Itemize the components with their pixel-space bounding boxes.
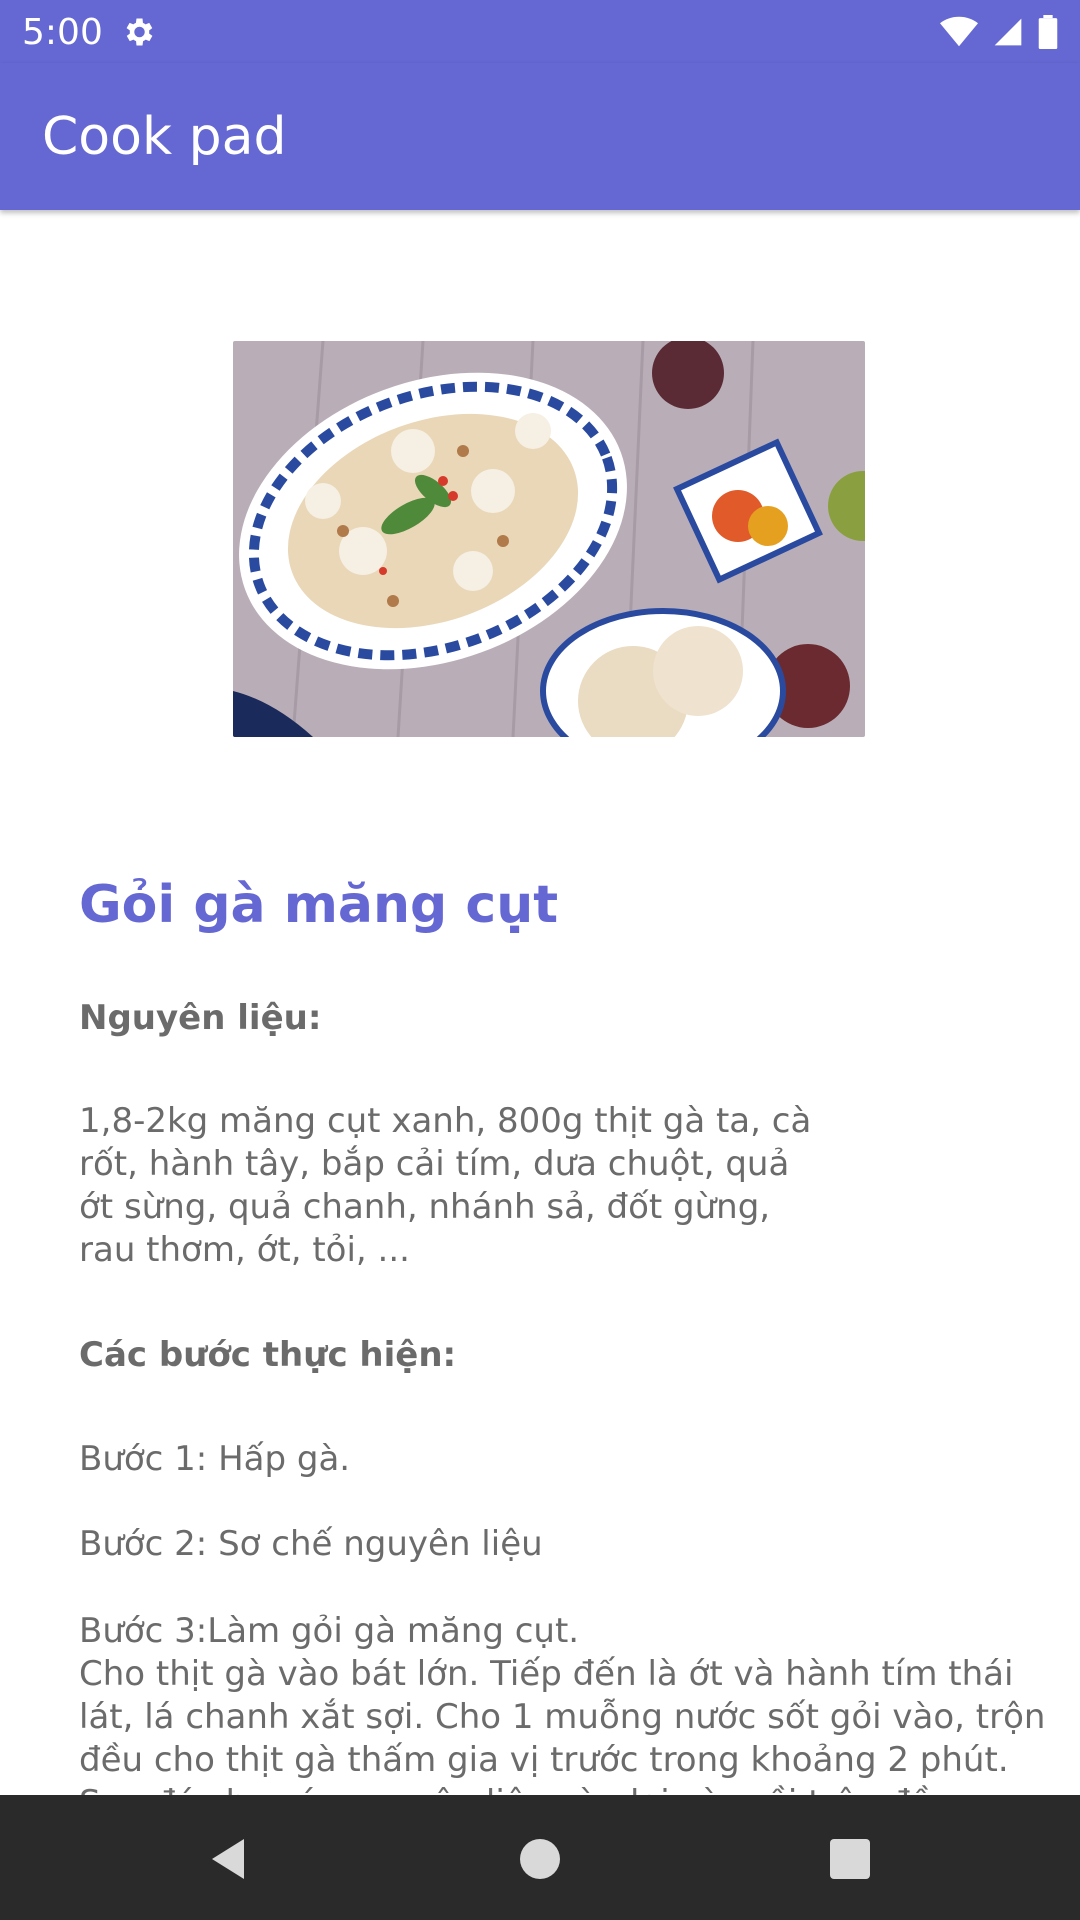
navigation-bar — [0, 1795, 1080, 1920]
home-circle-icon[interactable] — [516, 1835, 564, 1883]
step-3-line: đều cho thịt gà thấm gia vị trước trong … — [79, 1740, 1009, 1780]
step-3-text: Bước 3:Làm gỏi gà măng cụt. Cho thịt gà … — [79, 1610, 1045, 1795]
step-3-line: Sau đó cho các nguyên liệu còn lại vào r… — [79, 1782, 1045, 1795]
settings-gear-icon — [126, 18, 153, 46]
ingredients-line: 1,8-2kg măng cụt xanh, 800g thịt gà ta, … — [79, 1101, 812, 1141]
recipe-scroll-content[interactable]: Gỏi gà măng cụt Nguyên liệu: 1,8-2kg măn… — [0, 210, 1080, 1795]
ingredients-line: rau thơm, ớt, tỏi, ... — [79, 1230, 410, 1270]
step-2-text: Bước 2: Sơ chế nguyên liệu — [79, 1524, 543, 1564]
ingredients-line: ớt sừng, quả chanh, nhánh sả, đốt gừng, — [79, 1187, 771, 1227]
recents-square-icon[interactable] — [826, 1835, 874, 1883]
step-3-line: lát, lá chanh xắt sợi. Cho 1 muỗng nước … — [79, 1697, 1046, 1737]
ingredients-line: rốt, hành tây, bắp cải tím, dưa chuột, q… — [79, 1144, 790, 1184]
ingredients-label: Nguyên liệu: — [79, 998, 322, 1038]
step-3-line: Bước 3:Làm gỏi gà măng cụt. — [79, 1611, 580, 1651]
app-bar: Cook pad — [0, 63, 1080, 210]
status-time: 5:00 — [22, 12, 103, 53]
recipe-photo — [233, 341, 865, 737]
ingredients-text: 1,8-2kg măng cụt xanh, 800g thịt gà ta, … — [79, 1100, 811, 1272]
app-title: Cook pad — [42, 107, 287, 167]
battery-icon — [1038, 15, 1058, 49]
steps-label: Các bước thực hiện: — [79, 1335, 457, 1375]
status-bar: 5:00 — [0, 0, 1080, 63]
step-1-text: Bước 1: Hấp gà. — [79, 1439, 351, 1479]
recipe-title: Gỏi gà măng cụt — [79, 875, 559, 935]
wifi-icon — [940, 16, 978, 47]
recipe-photo-illustration — [233, 341, 865, 737]
step-3-line: Cho thịt gà vào bát lớn. Tiếp đến là ớt … — [79, 1654, 1014, 1694]
back-triangle-icon[interactable] — [204, 1835, 252, 1883]
cell-signal-icon — [994, 18, 1022, 46]
